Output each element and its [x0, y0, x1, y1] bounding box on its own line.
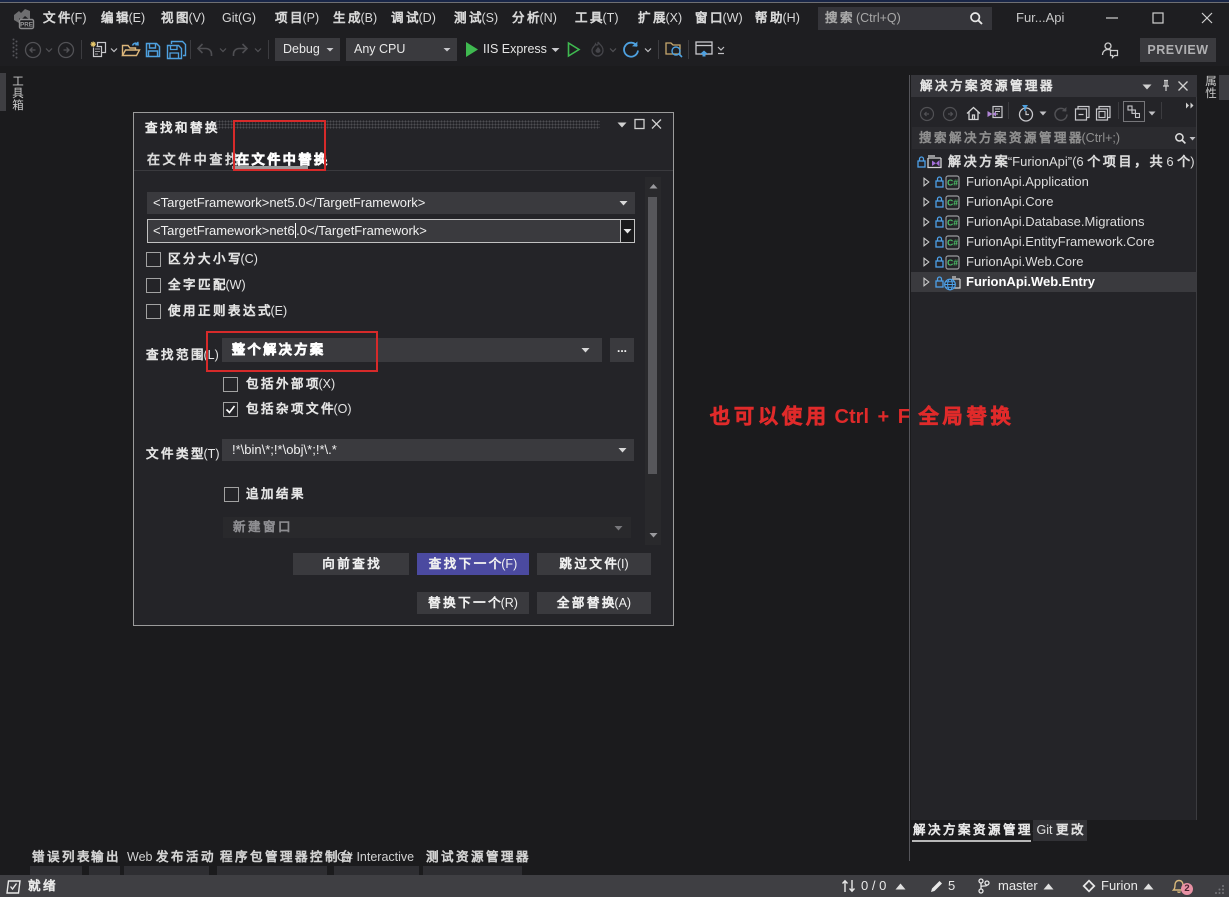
svg-text:C#: C#	[947, 218, 958, 228]
svg-text:C#: C#	[947, 258, 958, 268]
svg-text:PRE: PRE	[20, 22, 33, 29]
svg-text:C#: C#	[947, 198, 958, 208]
svg-text:C#: C#	[947, 178, 958, 188]
svg-text:C#: C#	[947, 238, 958, 248]
